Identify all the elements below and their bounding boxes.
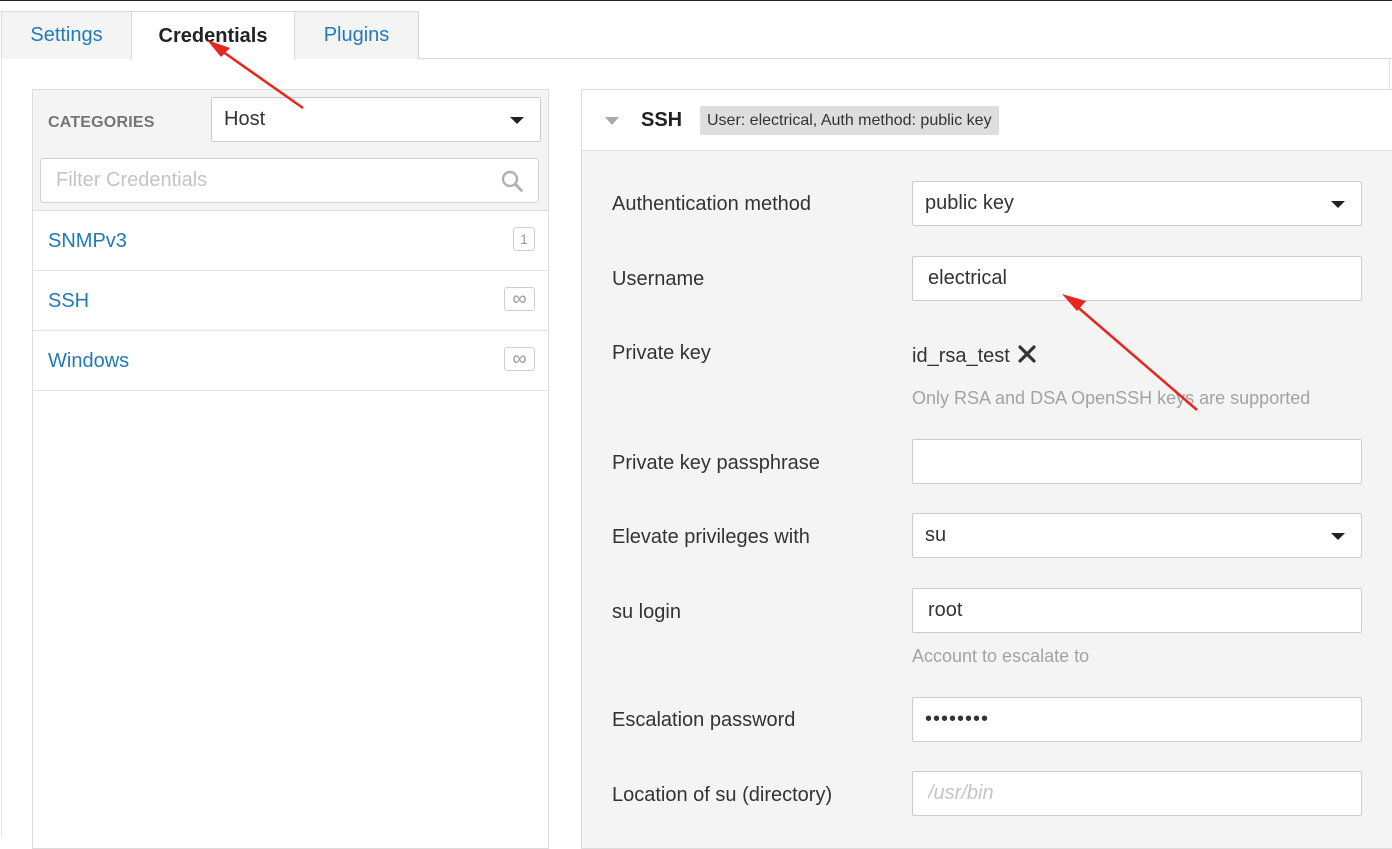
private-key-filename: id_rsa_test (912, 345, 1010, 367)
category-select[interactable]: Host (211, 97, 541, 142)
chevron-down-icon (1331, 200, 1345, 208)
ssh-section-header[interactable]: SSH User: electrical, Auth method: publi… (582, 90, 1392, 151)
ssh-credential-panel: SSH User: electrical, Auth method: publi… (581, 89, 1392, 849)
search-icon (501, 170, 523, 192)
filter-credentials[interactable] (40, 158, 539, 203)
chevron-down-icon (1331, 532, 1345, 540)
collapse-caret-icon[interactable] (605, 117, 619, 125)
escalation-password-label: Escalation password (612, 709, 796, 731)
remove-icon[interactable] (1017, 344, 1037, 364)
categories-header: CATEGORIES Host (33, 90, 548, 211)
username-input[interactable] (925, 257, 1361, 300)
username-label: Username (612, 268, 705, 290)
list-item-ssh[interactable]: SSH ∞ (33, 271, 548, 331)
su-login-label: su login (612, 601, 681, 623)
escalation-password-field[interactable]: •••••••• (912, 697, 1362, 742)
su-location-label: Location of su (directory) (612, 784, 833, 806)
summary-badge: User: electrical, Auth method: public ke… (700, 106, 999, 135)
su-login-field[interactable] (912, 588, 1362, 633)
auth-method-label: Authentication method (612, 193, 812, 215)
auth-method-value: public key (925, 192, 1014, 214)
page-border-left (1, 58, 2, 837)
tab-settings[interactable]: Settings (1, 11, 132, 59)
elevate-label: Elevate privileges with (612, 526, 810, 548)
chevron-down-icon (510, 116, 524, 124)
private-key-help: Only RSA and DSA OpenSSH keys are suppor… (912, 388, 1311, 408)
category-select-value: Host (224, 108, 266, 130)
list-item-windows[interactable]: Windows ∞ (33, 331, 548, 391)
passphrase-input[interactable] (925, 440, 1361, 483)
filter-credentials-input[interactable] (42, 160, 482, 201)
top-border (0, 0, 1392, 1)
passphrase-label: Private key passphrase (612, 452, 820, 474)
list-item-snmpv3[interactable]: SNMPv3 1 (33, 211, 548, 271)
tab-plugins[interactable]: Plugins (294, 11, 419, 59)
credential-name: Windows (48, 350, 130, 372)
private-key-label: Private key (612, 342, 711, 364)
username-field[interactable] (912, 256, 1362, 301)
passphrase-field[interactable] (912, 439, 1362, 484)
tab-divider (418, 58, 1392, 59)
infinity-badge: ∞ (504, 347, 535, 371)
su-location-input[interactable] (925, 772, 1361, 815)
tab-credentials[interactable]: Credentials (131, 11, 295, 60)
escalation-password-value: •••••••• (925, 708, 990, 730)
auth-method-select[interactable]: public key (912, 181, 1362, 226)
credential-type-list: SNMPv3 1 SSH ∞ Windows ∞ (33, 211, 548, 391)
section-title: SSH (641, 109, 683, 131)
count-badge: 1 (513, 227, 535, 251)
elevate-value: su (925, 524, 947, 546)
su-location-field[interactable] (912, 771, 1362, 816)
credential-name: SSH (48, 290, 90, 312)
categories-label: CATEGORIES (48, 114, 155, 131)
su-login-help: Account to escalate to (912, 646, 1090, 666)
categories-panel: CATEGORIES Host SNMPv3 1 SSH ∞ Windows ∞ (32, 89, 549, 849)
elevate-select[interactable]: su (912, 513, 1362, 558)
infinity-badge: ∞ (504, 287, 535, 311)
su-login-input[interactable] (925, 589, 1361, 632)
credential-name: SNMPv3 (48, 230, 127, 252)
